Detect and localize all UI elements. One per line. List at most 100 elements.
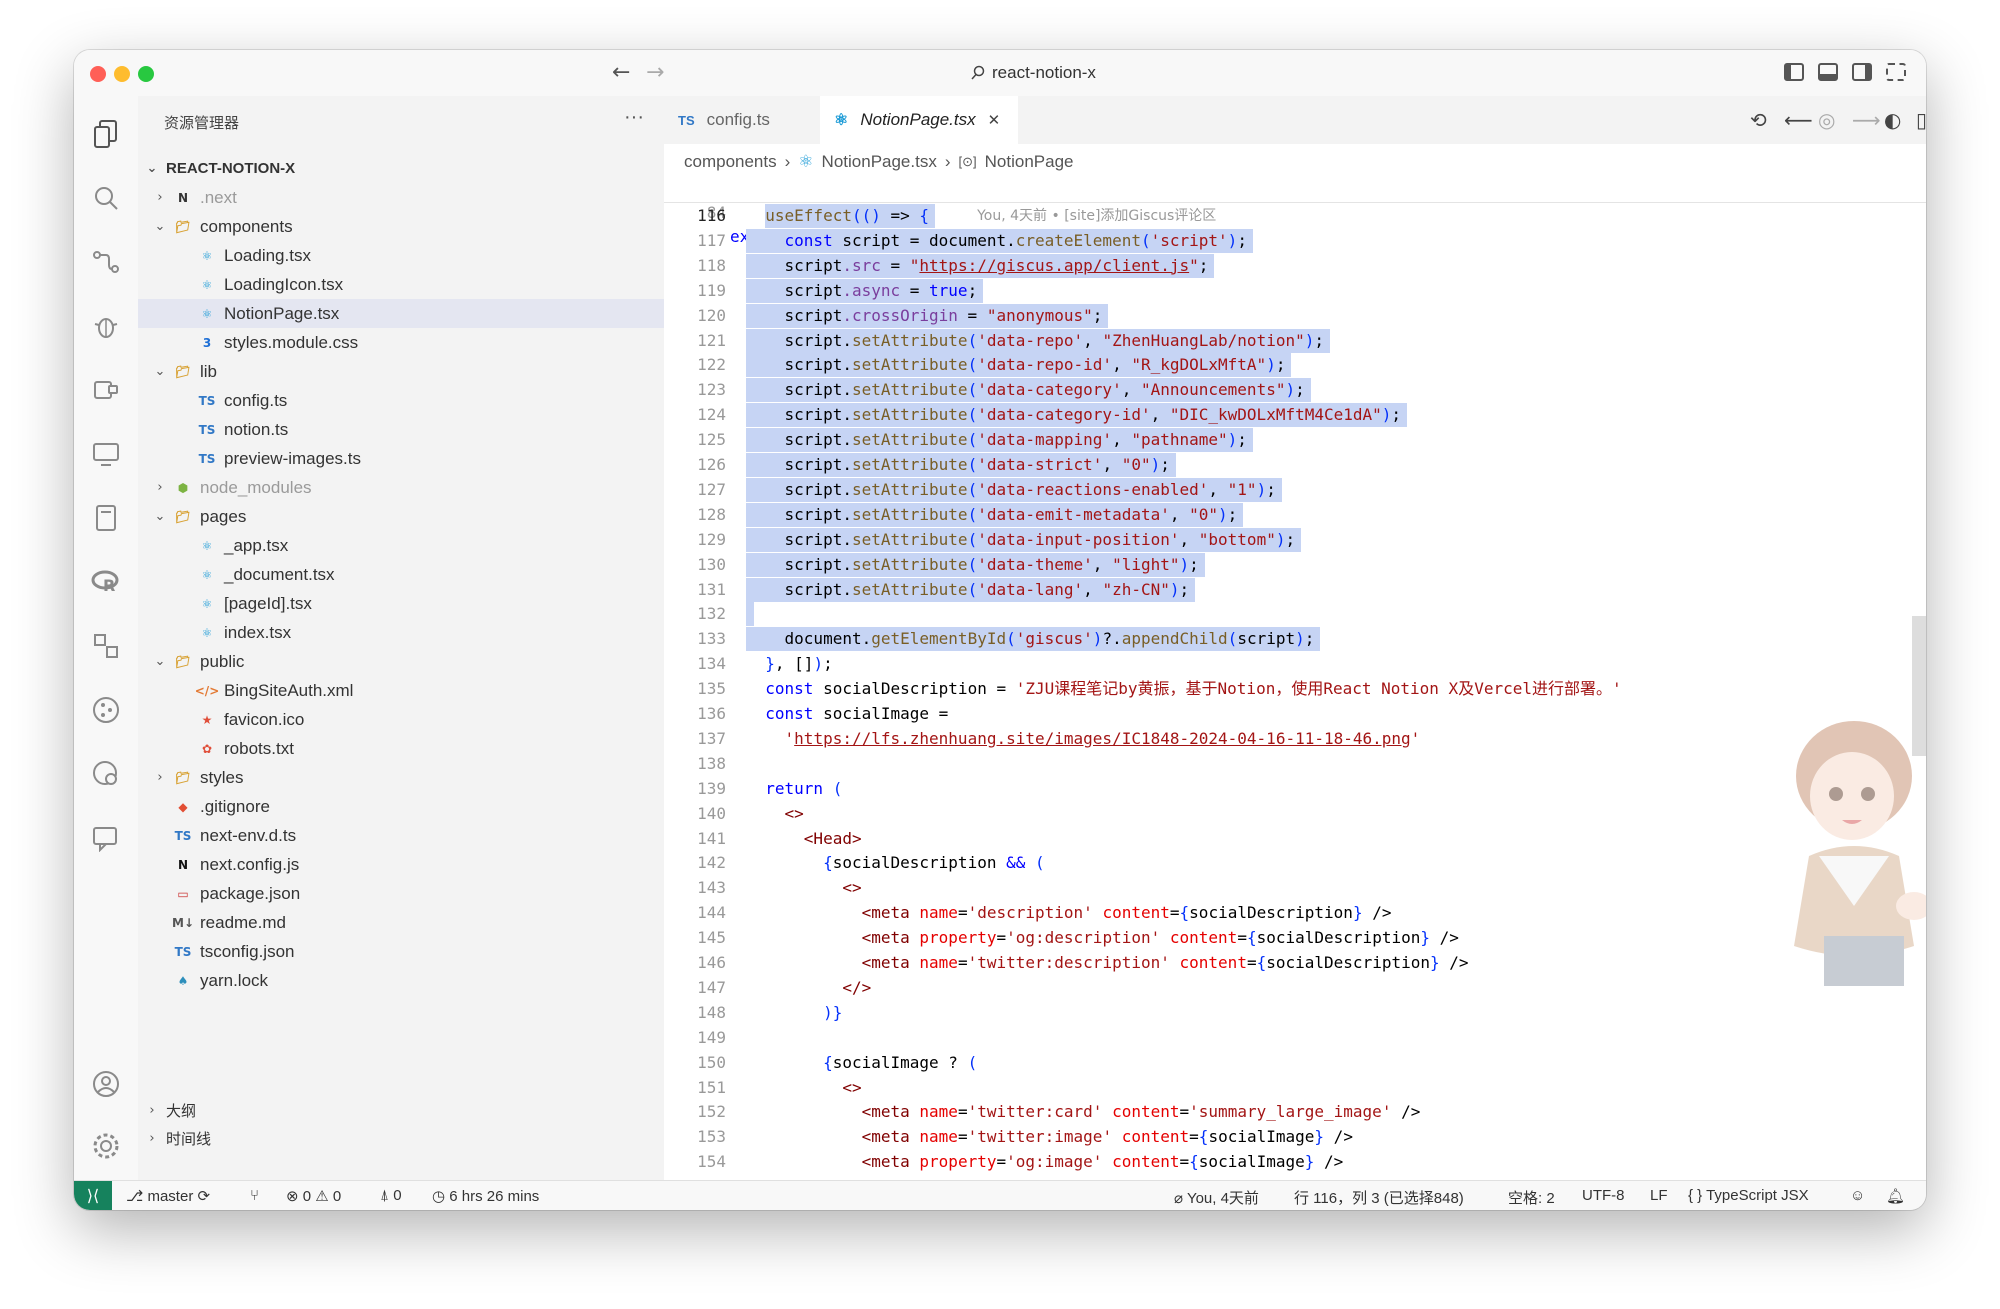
tree-item[interactable]: ⚛ _app.tsx <box>138 531 664 560</box>
close-window-button[interactable] <box>90 66 106 82</box>
tree-item[interactable]: TS config.ts <box>138 386 664 415</box>
extensions-icon[interactable] <box>90 374 122 406</box>
settings-gear-icon[interactable] <box>90 1130 122 1162</box>
tree-item[interactable]: ⚛ LoadingIcon.tsx <box>138 270 664 299</box>
toggle-sidebar-icon[interactable] <box>1784 63 1804 81</box>
git-branch-icon: ⎇ <box>126 1188 144 1205</box>
open-changes-icon[interactable]: ◐ <box>1884 108 1901 132</box>
tree-item[interactable]: M↓ readme.md <box>138 908 664 937</box>
tree-item[interactable]: Nnext.config.js <box>138 850 664 879</box>
r-language-icon[interactable]: R <box>90 566 122 598</box>
tree-item[interactable]: ♠ yarn.lock <box>138 966 664 995</box>
tree-item[interactable]: </> BingSiteAuth.xml <box>138 676 664 705</box>
tree-item[interactable]: 3 styles.module.css <box>138 328 664 357</box>
tree-item[interactable]: › 📁︎ styles <box>138 763 664 792</box>
breadcrumb-symbol[interactable]: NotionPage <box>985 152 1074 172</box>
notebook-icon[interactable] <box>90 502 122 534</box>
tree-item[interactable]: ⌄ 📁︎ lib <box>138 357 664 386</box>
cursor-position[interactable]: 行 116，列 3 (已选择848) <box>1294 1187 1464 1208</box>
remote-indicator-icon[interactable]: ⟩⟨ <box>74 1181 112 1210</box>
wakatime-indicator[interactable]: ◷ 6 hrs 26 mins <box>432 1187 539 1205</box>
customize-layout-icon[interactable] <box>1886 63 1906 81</box>
encoding-indicator[interactable]: UTF-8 <box>1582 1187 1625 1204</box>
git-graph-status-icon[interactable]: ⑂ <box>250 1187 259 1204</box>
tab-notionpage-tsx[interactable]: ⚛ NotionPage.tsx ✕ <box>820 96 1018 144</box>
tree-item[interactable]: TS next-env.d.ts <box>138 821 664 850</box>
remote-explorer-icon[interactable] <box>90 438 122 470</box>
tree-item[interactable]: TS tsconfig.json <box>138 937 664 966</box>
tree-item[interactable]: ⚛ [pageId].tsx <box>138 589 664 618</box>
source-control-icon[interactable] <box>90 246 122 278</box>
line-number: 140 <box>697 803 726 823</box>
next-icon: N <box>177 857 189 872</box>
tab-config-ts[interactable]: TS config.ts <box>664 96 818 144</box>
outline-view-icon[interactable] <box>90 630 122 662</box>
tree-item[interactable]: › N .next <box>138 183 664 212</box>
go-forward-change-icon[interactable]: ⟶ <box>1852 108 1881 132</box>
xml-icon: </> <box>194 683 220 698</box>
tree-item[interactable]: ⚛ NotionPage.tsx <box>138 299 664 328</box>
tree-item[interactable]: ⚛ _document.tsx <box>138 560 664 589</box>
code-text: script.setAttribute('data-input-position… <box>746 529 1296 549</box>
tree-item-label: public <box>200 651 245 671</box>
sticky-scroll-header[interactable]: 84 export const NotionPage = ({ <box>664 176 1926 246</box>
language-mode[interactable]: { } TypeScript JSX <box>1688 1187 1809 1204</box>
tree-item[interactable]: › ⬢ node_modules <box>138 473 664 502</box>
git-graph-icon[interactable] <box>90 694 122 726</box>
back-arrow-icon[interactable]: ← <box>612 60 630 85</box>
split-editor-icon[interactable]: ▯ <box>1916 108 1926 132</box>
ports-indicator[interactable]: ⍋ 0 <box>380 1187 402 1204</box>
root-folder[interactable]: ⌄ REACT-NOTION-X <box>138 154 664 183</box>
account-icon[interactable] <box>90 1068 122 1100</box>
code-editor[interactable]: 116 useEffect(() => {You, 4天前 • [site]添加… <box>664 204 1926 1180</box>
code-text: <> <box>784 803 804 823</box>
debug-icon[interactable] <box>90 310 122 342</box>
notifications-bell-icon[interactable]: 🔔︎ <box>1886 1187 1905 1205</box>
warning-count: 0 <box>332 1188 342 1205</box>
maximize-window-button[interactable] <box>138 66 154 82</box>
tree-item[interactable]: ⌄ 📁︎ components <box>138 212 664 241</box>
history-icon[interactable]: ⟲ <box>1750 108 1767 132</box>
tree-item[interactable]: ◆ .gitignore <box>138 792 664 821</box>
command-center-search[interactable]: react-notion-x <box>970 60 1096 86</box>
outline-section-label: 大纲 <box>166 1102 197 1120</box>
outline-section[interactable]: › 大纲 <box>138 1096 664 1124</box>
eol-indicator[interactable]: LF <box>1650 1187 1668 1204</box>
tree-item[interactable]: ✿ robots.txt <box>138 734 664 763</box>
tree-item[interactable]: ▭ package.json <box>138 879 664 908</box>
go-back-change-icon[interactable]: ⟵ <box>1784 108 1813 132</box>
tree-item[interactable]: TS notion.ts <box>138 415 664 444</box>
tree-item[interactable]: ⚛ Loading.tsx <box>138 241 664 270</box>
commit-icon[interactable]: ◎ <box>1818 108 1835 132</box>
line-number: 143 <box>697 878 726 898</box>
line-number: 148 <box>697 1002 726 1022</box>
tree-item[interactable]: ⌄ 📁︎ public <box>138 647 664 676</box>
tree-item[interactable]: ⌄ 📁︎ pages <box>138 502 664 531</box>
tree-item[interactable]: TS preview-images.ts <box>138 444 664 473</box>
tree-item[interactable]: ★ favicon.ico <box>138 705 664 734</box>
copilot-icon[interactable]: ☺ <box>1850 1187 1865 1204</box>
breadcrumb-folder[interactable]: components <box>684 152 777 172</box>
tree-item[interactable]: ⚛ index.tsx <box>138 618 664 647</box>
timeline-section[interactable]: › 时间线 <box>138 1124 664 1152</box>
tree-item-label: notion.ts <box>224 419 289 439</box>
minimize-window-button[interactable] <box>114 66 130 82</box>
forward-arrow-icon[interactable]: → <box>646 60 664 85</box>
toggle-panel-icon[interactable] <box>1818 63 1838 81</box>
breadcrumb-file[interactable]: NotionPage.tsx <box>822 152 937 172</box>
line-number: 120 <box>697 305 726 325</box>
code-line: 142 {socialDescription && ( <box>664 851 1926 875</box>
indentation-indicator[interactable]: 空格: 2 <box>1508 1187 1555 1208</box>
tab-label: config.ts <box>706 110 770 129</box>
search-icon[interactable] <box>90 182 122 214</box>
timeline-view-icon[interactable] <box>90 758 122 790</box>
toggle-secondary-sidebar-icon[interactable] <box>1852 63 1872 81</box>
symbol-icon: [⊙] <box>958 154 977 169</box>
git-blame-indicator[interactable]: ⌀ You, 4天前 <box>1174 1187 1259 1208</box>
explorer-icon[interactable] <box>90 118 122 150</box>
comments-icon[interactable] <box>90 822 122 854</box>
more-actions-icon[interactable]: ··· <box>624 106 644 129</box>
problems-indicator[interactable]: ⊗ 0 ⚠ 0 <box>286 1187 341 1205</box>
close-tab-icon[interactable]: ✕ <box>988 111 1001 129</box>
branch-indicator[interactable]: ⎇ master ⟳ <box>126 1187 210 1205</box>
